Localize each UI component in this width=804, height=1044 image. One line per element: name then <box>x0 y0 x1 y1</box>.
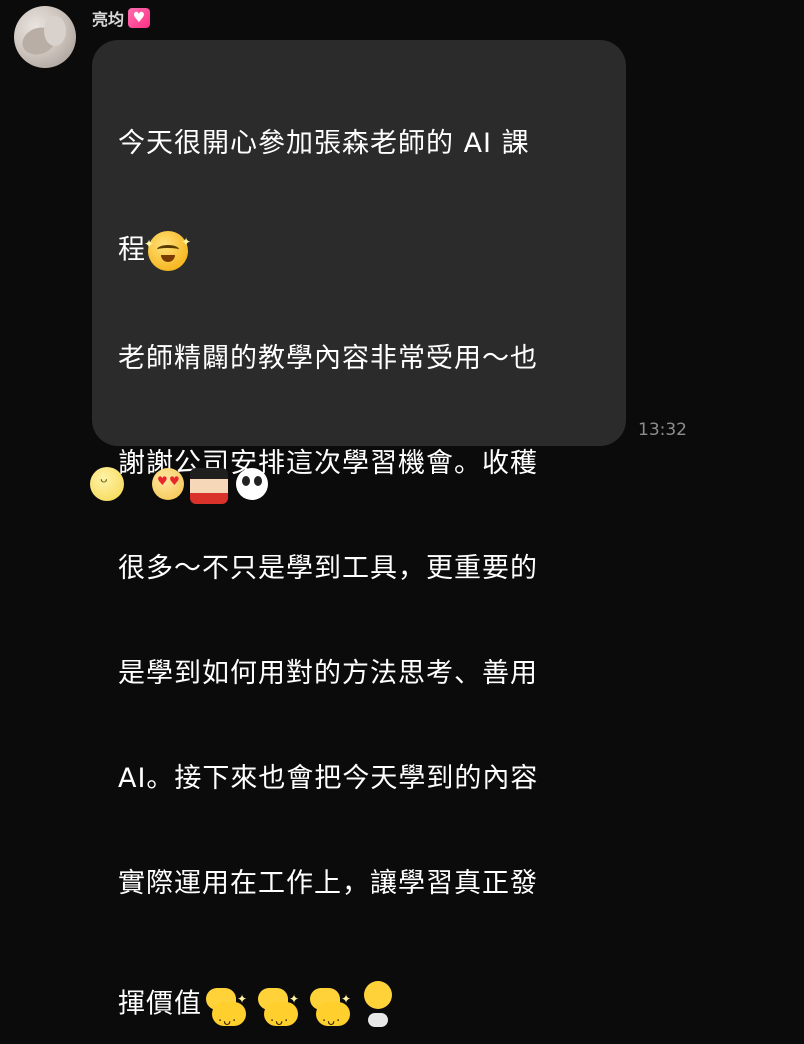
message-line: 很多～不只是學到工具，更重要的 <box>118 553 538 584</box>
determined-fire-emoji-icon <box>358 977 398 1033</box>
message-line: 程 <box>118 234 146 266</box>
message-line: 是學到如何用對的方法思考、善用 <box>118 658 538 689</box>
message-line-with-emoji: 揮價值✦✦✦ <box>118 977 608 1039</box>
sender-name-row: 亮均 ♥ <box>92 6 151 30</box>
love-eyes-sticker-icon[interactable] <box>152 468 184 500</box>
message-line: AI。接下來也會把今天學到的內容 <box>118 763 539 794</box>
flexing-arm-emoji-icon: ✦ <box>306 982 354 1039</box>
message-line: 今天很開心參加張森老師的 AI 課 <box>118 128 530 159</box>
avatar[interactable] <box>14 6 76 68</box>
message-line: 老師精闢的教學內容非常受用～也 <box>118 343 538 374</box>
flexing-arm-emoji-icon: ✦ <box>202 982 250 1039</box>
avatar-photo-shape <box>44 16 66 46</box>
message-timestamp: 13:32 <box>638 420 687 440</box>
message-line: 揮價值 <box>118 988 202 1020</box>
message-line-with-emoji: 程 ✦ ✦ <box>118 231 608 271</box>
crying-happy-emoji-icon: ✦ ✦ <box>144 231 191 271</box>
sparkle-heart-icon: ♥ <box>128 8 151 28</box>
message-text: 今天很開心參加張森老師的 AI 課 程 ✦ ✦ 老師精闢的教學內容非常受用～也 謝謝… <box>118 56 608 1044</box>
crayon-boy-sticker-icon[interactable] <box>190 468 228 504</box>
flexing-arm-emoji-icon: ✦ <box>254 982 302 1039</box>
thumbs-up-panda-sticker-icon[interactable] <box>236 468 268 500</box>
message-line: 實際運用在工作上，讓學習真正發 <box>118 868 538 899</box>
smile-icon[interactable] <box>90 467 124 501</box>
sender-name: 亮均 <box>92 10 125 29</box>
